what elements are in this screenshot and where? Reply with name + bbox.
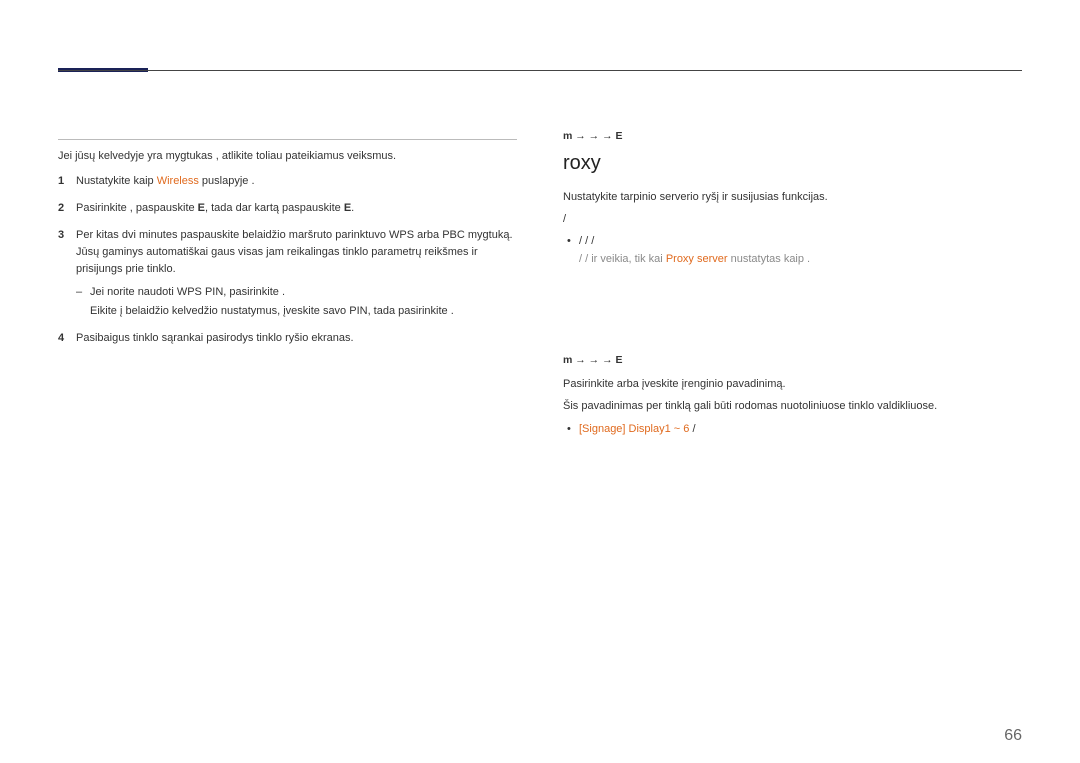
proxy-bullet-1: / / / bbox=[563, 232, 1022, 251]
two-column-layout: Jei jūsų kelvedyje yra mygtukas , atliki… bbox=[58, 130, 1022, 438]
nav-path-2: m → → → E bbox=[563, 354, 1022, 366]
right-column: m → → → E roxy Nustatykite tarpinio serv… bbox=[563, 130, 1022, 438]
nav2-b: → bbox=[589, 354, 602, 366]
step1-text-b: puslapyje bbox=[199, 175, 252, 187]
proxy-bullets: / / / bbox=[563, 232, 1022, 251]
wireless-label: Wireless bbox=[157, 175, 199, 187]
header-rule bbox=[58, 70, 1022, 71]
step3-sub: Jei norite naudoti WPS PIN, pasirinkite … bbox=[76, 284, 517, 301]
proxy-note: / / ir veikia, tik kai Proxy server nust… bbox=[563, 251, 1022, 269]
step3-line1: Per kitas dvi minutes paspauskite belaid… bbox=[76, 229, 513, 241]
proxy-description: Nustatykite tarpinio serverio ryšį ir su… bbox=[563, 189, 1022, 207]
nav-path-1: m → → → E bbox=[563, 130, 1022, 142]
step2-e1: E bbox=[198, 202, 205, 214]
note-c: nustatytas kaip . bbox=[728, 253, 811, 265]
step2-text-a: Pasirinkite , paspauskite bbox=[76, 202, 198, 214]
device-line1: Pasirinkite arba įveskite įrenginio pava… bbox=[563, 376, 1022, 394]
step3-line2: Jūsų gaminys automatiškai gaus visas jam… bbox=[76, 246, 478, 275]
page-number: 66 bbox=[1004, 727, 1022, 745]
step2-text-mid: , tada dar kartą paspauskite bbox=[205, 202, 344, 214]
nav1-c: → E bbox=[602, 130, 622, 142]
nav1-b: → bbox=[589, 130, 602, 142]
left-column: Jei jūsų kelvedyje yra mygtukas , atliki… bbox=[58, 130, 517, 438]
step-2: Pasirinkite , paspauskite E, tada dar ka… bbox=[58, 200, 517, 217]
device-bullet-rest: / bbox=[689, 423, 695, 435]
intro-text: Jei jūsų kelvedyje yra mygtukas , atliki… bbox=[58, 148, 517, 165]
step-4: Pasibaigus tinklo sąrankai pasirodys tin… bbox=[58, 330, 517, 347]
step3-sub-line2: Eikite į belaidžio kelvedžio nustatymus,… bbox=[76, 303, 517, 320]
signage-display-label: [Signage] Display1 ~ 6 bbox=[579, 423, 689, 435]
section-rule bbox=[58, 130, 517, 140]
step2-text-end: . bbox=[351, 202, 354, 214]
device-name-section: m → → → E Pasirinkite arba įveskite įren… bbox=[563, 354, 1022, 438]
device-bullets: [Signage] Display1 ~ 6 / bbox=[563, 420, 1022, 439]
document-page: Jei jūsų kelvedyje yra mygtukas , atliki… bbox=[0, 0, 1080, 763]
nav1-m: m → bbox=[563, 130, 589, 142]
note-proxy-server: Proxy server bbox=[666, 253, 728, 265]
nav2-c: → E bbox=[602, 354, 622, 366]
proxy-heading: roxy bbox=[563, 152, 1022, 175]
note-b: veikia, tik kai bbox=[600, 253, 665, 265]
device-bullet: [Signage] Display1 ~ 6 / bbox=[563, 420, 1022, 439]
proxy-slash: / bbox=[563, 211, 1022, 229]
device-line2: Šis pavadinimas per tinklą gali būti rod… bbox=[563, 398, 1022, 416]
nav2-m: m → bbox=[563, 354, 589, 366]
step-1: Nustatykite kaip Wireless puslapyje . bbox=[58, 173, 517, 190]
note-a: / / ir bbox=[579, 253, 600, 265]
step-3: Per kitas dvi minutes paspauskite belaid… bbox=[58, 227, 517, 320]
step1-text-c: . bbox=[251, 175, 254, 187]
steps-list: Nustatykite kaip Wireless puslapyje . Pa… bbox=[58, 173, 517, 347]
step1-text-a: Nustatykite kaip bbox=[76, 175, 157, 187]
